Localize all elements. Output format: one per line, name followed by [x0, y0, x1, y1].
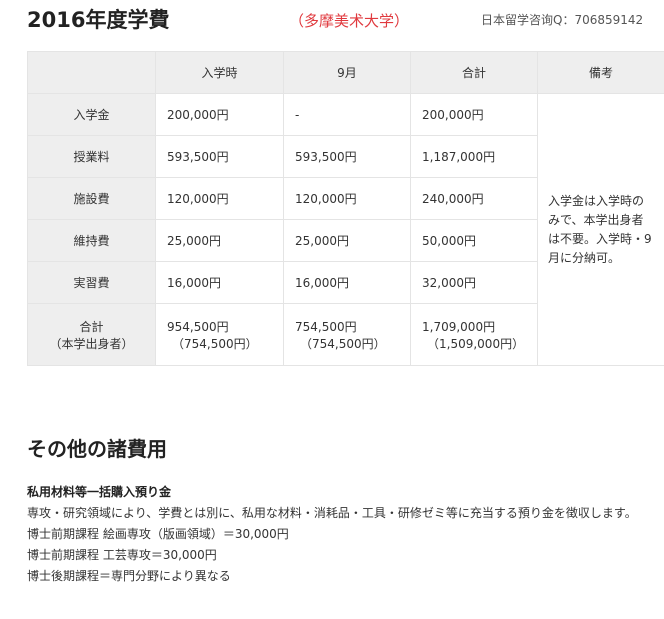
page-title: 2016年度学費	[27, 8, 170, 32]
total-cell-entrance: 954,500円 （754,500円）	[155, 303, 284, 366]
cell-total: 200,000円	[410, 93, 538, 136]
table-row: 入学金 200,000円 - 200,000円 入学金は入学時のみで、本学出身者…	[27, 93, 664, 366]
cell-entrance: 16,000円	[155, 261, 284, 304]
cell-total: 32,000円	[410, 261, 538, 304]
total-row-label: 合計 （本学出身者）	[27, 303, 156, 366]
total-total-sub: （1,509,000円）	[427, 336, 525, 351]
cell-september: 25,000円	[283, 219, 411, 262]
row-label: 施設費	[27, 177, 156, 220]
header-cell-notes: 備考	[537, 51, 664, 94]
other-fees-heading: 私用材料等一括購入預り金	[27, 485, 172, 499]
cell-september: 16,000円	[283, 261, 411, 304]
cell-total: 50,000円	[410, 219, 538, 262]
title-row: 2016年度学費 （多摩美术大学） 日本留学咨询Q：706859142	[27, 6, 664, 36]
contact-info: 日本留学咨询Q：706859142	[481, 13, 644, 27]
row-label: 実習費	[27, 261, 156, 304]
table-header-row: 入学時 9月 合計 備考	[27, 51, 664, 94]
cell-entrance: 120,000円	[155, 177, 284, 220]
total-september-sub: （754,500円）	[300, 336, 386, 351]
cell-total: 1,187,000円	[410, 135, 538, 178]
header-cell-empty	[27, 51, 156, 94]
row-label: 授業料	[27, 135, 156, 178]
other-fees-item: 博士後期課程＝専門分野により異なる	[27, 569, 231, 583]
tuition-table: 入学時 9月 合計 備考 入学金 200,000円 - 200,000円 入学金…	[27, 51, 664, 366]
school-name: （多摩美术大学）	[289, 12, 410, 30]
cell-entrance: 200,000円	[155, 93, 284, 136]
total-total: 1,709,000円	[422, 319, 496, 334]
row-label: 入学金	[27, 93, 156, 136]
header-cell-total: 合計	[410, 51, 538, 94]
cell-total: 240,000円	[410, 177, 538, 220]
cell-september: 120,000円	[283, 177, 411, 220]
other-fees-section: 私用材料等一括購入預り金 専攻・研究領域により、学費とは別に、私用な材料・消耗品…	[27, 482, 657, 587]
header-cell-september: 9月	[283, 51, 411, 94]
cell-september: -	[283, 93, 411, 136]
total-september: 754,500円	[295, 319, 357, 334]
cell-september: 593,500円	[283, 135, 411, 178]
notes-cell: 入学金は入学時のみで、本学出身者は不要。入学時・9月に分納可。	[537, 93, 664, 366]
header-cell-entrance: 入学時	[155, 51, 284, 94]
total-cell-september: 754,500円 （754,500円）	[283, 303, 411, 366]
total-cell-total: 1,709,000円 （1,509,000円）	[410, 303, 538, 366]
cell-entrance: 593,500円	[155, 135, 284, 178]
row-label: 維持費	[27, 219, 156, 262]
other-fees-item: 博士前期課程 工芸専攻＝30,000円	[27, 548, 217, 562]
other-fees-item: 博士前期課程 絵画専攻（版画領域）＝30,000円	[27, 527, 289, 541]
other-fees-title: その他の諸費用	[27, 437, 167, 461]
cell-entrance: 25,000円	[155, 219, 284, 262]
other-fees-description: 専攻・研究領域により、学費とは別に、私用な材料・消耗品・工具・研修ゼミ等に充当す…	[27, 506, 637, 520]
total-entrance: 954,500円	[167, 319, 229, 334]
total-entrance-sub: （754,500円）	[172, 336, 258, 351]
total-label: 合計	[79, 319, 104, 334]
total-label-sub: （本学出身者）	[49, 336, 134, 351]
